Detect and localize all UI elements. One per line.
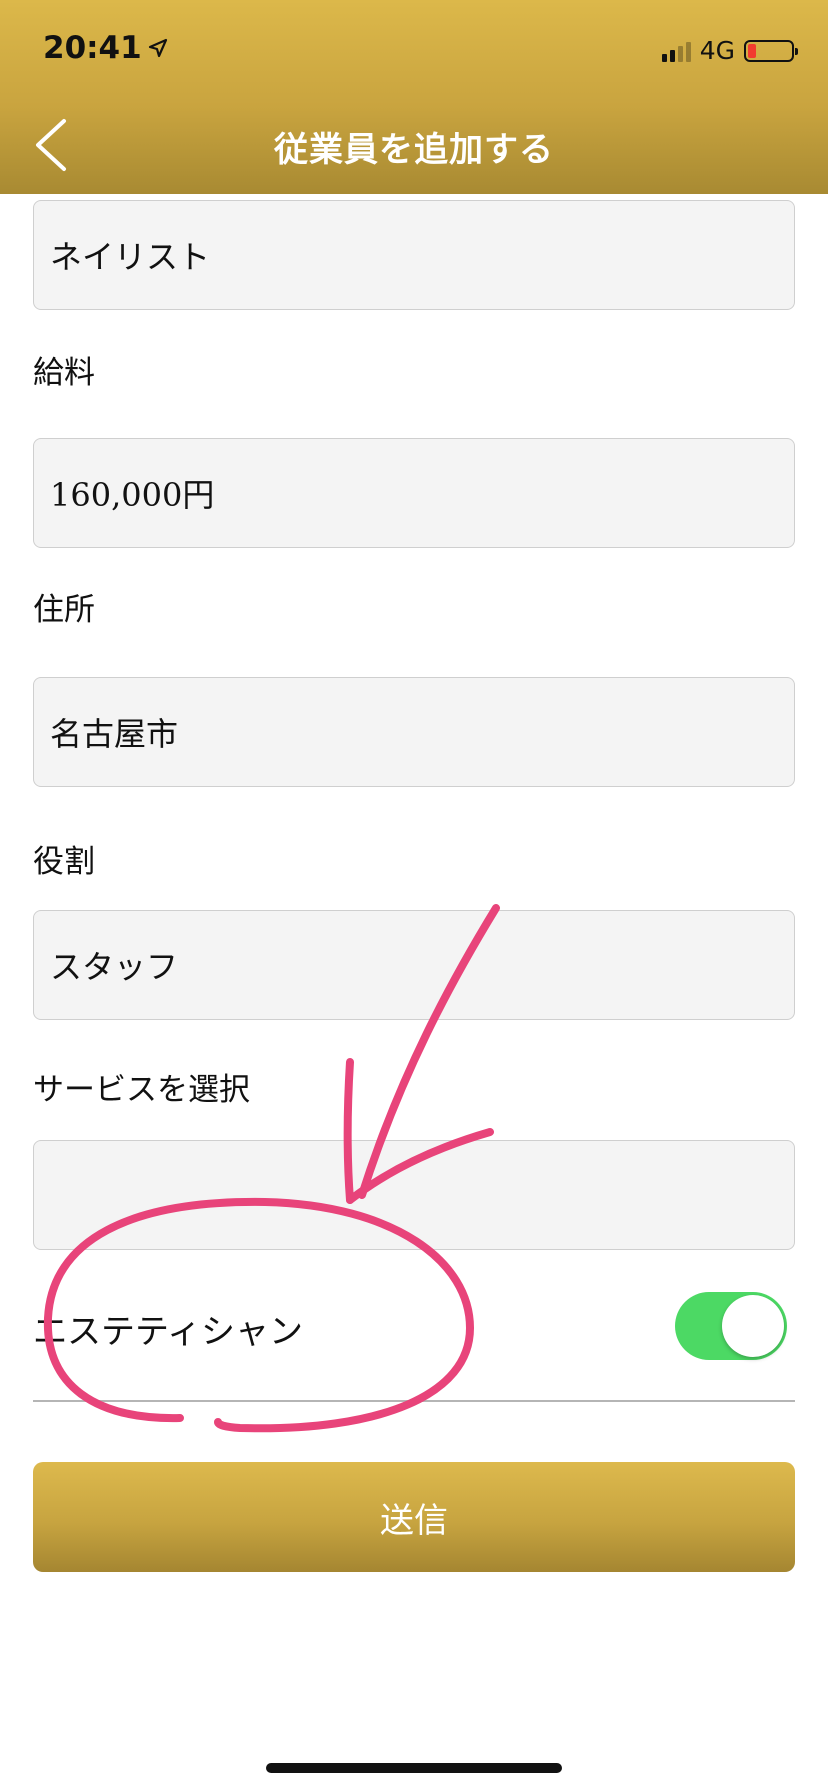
salary-label: 給料 bbox=[33, 355, 95, 391]
role-value: スタッフ bbox=[50, 948, 179, 986]
salary-field[interactable]: 160,000円 bbox=[33, 438, 795, 548]
network-type: 4G bbox=[699, 36, 735, 65]
page-title: 従業員を追加する bbox=[274, 130, 554, 170]
status-time-text: 20:41 bbox=[43, 30, 142, 66]
service-option-label: エステティシャン bbox=[33, 1312, 303, 1352]
role-label: 役割 bbox=[33, 844, 95, 880]
address-field[interactable]: 名古屋市 bbox=[33, 677, 795, 787]
address-value: 名古屋市 bbox=[50, 715, 179, 753]
service-option-row: エステティシャン bbox=[33, 1280, 795, 1402]
service-option-toggle[interactable] bbox=[675, 1292, 787, 1360]
job-title-value: ネイリスト bbox=[50, 238, 211, 276]
navigation-bar: 20:41 4G 従業員を追加する bbox=[0, 0, 828, 194]
toggle-knob bbox=[722, 1295, 784, 1357]
status-time: 20:41 bbox=[43, 30, 168, 66]
role-field[interactable]: スタッフ bbox=[33, 910, 795, 1020]
battery-icon bbox=[744, 39, 798, 62]
location-arrow-icon bbox=[148, 30, 168, 66]
service-field[interactable] bbox=[33, 1140, 795, 1250]
submit-button[interactable]: 送信 bbox=[33, 1462, 795, 1572]
home-indicator bbox=[266, 1763, 562, 1773]
status-indicators: 4G bbox=[661, 36, 798, 65]
address-label: 住所 bbox=[33, 592, 95, 628]
service-label: サービスを選択 bbox=[33, 1072, 250, 1108]
salary-value: 160,000円 bbox=[50, 476, 215, 514]
signal-strength-icon bbox=[661, 40, 691, 62]
job-title-field[interactable]: ネイリスト bbox=[33, 200, 795, 310]
